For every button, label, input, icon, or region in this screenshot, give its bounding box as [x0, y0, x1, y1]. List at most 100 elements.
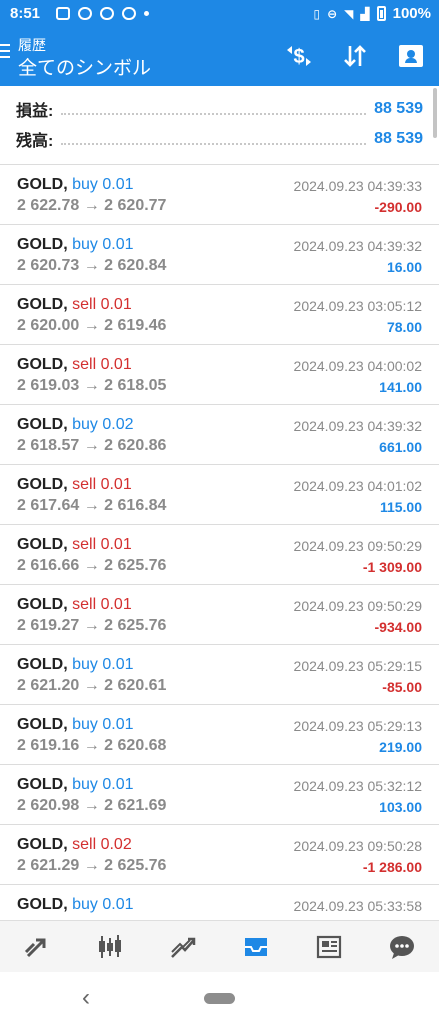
deal-profit: -85.00	[382, 679, 422, 695]
summary-panel: 損益: 88 539 残高: 88 539	[0, 86, 439, 165]
scrollbar[interactable]	[433, 88, 437, 138]
menu-icon[interactable]	[0, 44, 12, 58]
leader-dots	[61, 103, 367, 115]
deal-row[interactable]: GOLD, sell 0.01 2 616.66 → 2 625.76 2024.0…	[0, 525, 439, 585]
deal-time: 2024.09.23 09:50:29	[293, 538, 422, 554]
dnd-icon: ⊖	[327, 6, 338, 21]
balance-label: 残高:	[16, 133, 54, 150]
deal-row[interactable]: GOLD, sell 0.01 2 620.00 → 2 619.46 2024.0…	[0, 285, 439, 345]
deal-profit: 661.00	[379, 439, 422, 455]
deal-row[interactable]: GOLD, buy 0.02 2 618.57 → 2 620.86 2024.09…	[0, 405, 439, 465]
deal-prices: 2 621.29 → 2 625.76	[17, 857, 167, 874]
deal-time: 2024.09.23 05:33:58	[293, 898, 422, 914]
deposit-filter-button[interactable]: $	[282, 40, 316, 72]
deal-symbol: GOLD,	[17, 296, 68, 313]
deal-time: 2024.09.23 09:50:29	[293, 598, 422, 614]
deal-side: sell 0.01	[72, 596, 132, 613]
period-button[interactable]	[394, 40, 428, 72]
deals-list: GOLD, buy 0.01 2 622.78 → 2 620.77 2024.09…	[0, 165, 439, 920]
tab-chart[interactable]	[73, 921, 146, 972]
deal-row[interactable]: GOLD, buy 0.01 2 620.98 → 2 621.69 2024.09…	[0, 765, 439, 825]
profit-label: 損益:	[16, 103, 54, 120]
profit-row: 損益: 88 539	[16, 97, 423, 121]
deal-time: 2024.09.23 04:01:02	[293, 478, 422, 494]
image-notification-icon	[56, 7, 70, 20]
deal-time: 2024.09.23 04:00:02	[293, 358, 422, 374]
tab-chat[interactable]	[366, 921, 439, 972]
deal-side: buy 0.02	[72, 416, 134, 433]
deal-side: sell 0.01	[72, 296, 132, 313]
deal-prices: 2 620.73 → 2 620.84	[17, 257, 167, 274]
deal-symbol: GOLD,	[17, 176, 68, 193]
deal-prices: 2 616.66 → 2 625.76	[17, 557, 167, 574]
sort-button[interactable]	[338, 40, 372, 72]
page-subtitle: 履歴	[18, 37, 46, 53]
battery-icon	[376, 6, 386, 21]
deal-side: buy 0.01	[72, 896, 134, 913]
quotes-arrows-icon	[24, 938, 46, 957]
app-bar: 履歴 全てのシンボル $	[0, 28, 439, 86]
deal-row[interactable]: GOLD, sell 0.02 2 621.29 → 2 625.76 2024.0…	[0, 825, 439, 885]
deal-profit: 219.00	[379, 739, 422, 755]
deal-prices: 2 620.98 → 2 621.69	[17, 797, 167, 814]
tab-news[interactable]	[293, 921, 366, 972]
tab-quotes[interactable]	[0, 921, 73, 972]
deal-profit: -1 286.00	[362, 859, 422, 875]
deal-profit: 16.00	[386, 259, 422, 275]
deal-row[interactable]: GOLD, buy 0.01 2024.09.23 05:33:58	[0, 885, 439, 920]
deal-time: 2024.09.23 04:39:32	[293, 418, 422, 434]
deal-header: GOLD, sell 0.02	[17, 836, 132, 854]
more-notifications-dot-icon	[144, 11, 149, 16]
deal-row[interactable]: GOLD, buy 0.01 2 622.78 → 2 620.77 2024.09…	[0, 165, 439, 225]
back-icon[interactable]: ‹	[82, 984, 90, 1012]
wifi-icon: ◥	[344, 6, 354, 21]
deal-side: buy 0.01	[72, 776, 134, 793]
deal-header: GOLD, sell 0.01	[17, 476, 132, 494]
deal-profit: -290.00	[374, 199, 422, 215]
deal-prices: 2 621.20 → 2 620.61	[17, 677, 167, 694]
profit-value: 88 539	[374, 100, 423, 117]
deal-time: 2024.09.23 09:50:28	[293, 838, 422, 854]
symbol-filter-title[interactable]: 全てのシンボル	[18, 53, 151, 80]
deal-header: GOLD, sell 0.01	[17, 356, 132, 374]
deal-side: sell 0.01	[72, 356, 132, 373]
deal-header: GOLD, sell 0.01	[17, 596, 132, 614]
tab-trade[interactable]	[146, 921, 219, 972]
deal-row[interactable]: GOLD, buy 0.01 2 620.73 → 2 620.84 2024.09…	[0, 225, 439, 285]
dollar-arrows-icon: $	[287, 46, 311, 68]
deal-time: 2024.09.23 05:29:13	[293, 718, 422, 734]
line-notification-icon	[78, 7, 92, 20]
deal-side: sell 0.01	[72, 476, 132, 493]
deal-prices: 2 619.03 → 2 618.05	[17, 377, 167, 394]
deal-time: 2024.09.23 04:39:32	[293, 238, 422, 254]
trade-icon	[171, 937, 196, 958]
deal-header: GOLD, buy 0.01	[17, 236, 134, 254]
deal-symbol: GOLD,	[17, 776, 68, 793]
deal-symbol: GOLD,	[17, 836, 68, 853]
deal-symbol: GOLD,	[17, 416, 68, 433]
chat-icon	[390, 935, 415, 959]
svg-text:$: $	[293, 46, 304, 68]
deal-time: 2024.09.23 04:39:33	[293, 178, 422, 194]
deal-row[interactable]: GOLD, sell 0.01 2 619.03 → 2 618.05 2024.0…	[0, 345, 439, 405]
home-pill-button[interactable]	[204, 993, 235, 1004]
deal-prices: 2 617.64 → 2 616.84	[17, 497, 167, 514]
deal-row[interactable]: GOLD, sell 0.01 2 619.27 → 2 625.76 2024.0…	[0, 585, 439, 645]
deal-prices: 2 620.00 → 2 619.46	[17, 317, 167, 334]
candlestick-chart-icon	[98, 934, 121, 958]
deal-header: GOLD, sell 0.01	[17, 536, 132, 554]
notification-icons	[56, 7, 149, 20]
deal-side: sell 0.01	[72, 536, 132, 553]
bottom-tab-bar	[0, 920, 439, 972]
sort-arrows-icon	[344, 45, 366, 67]
system-nav-bar: ‹	[0, 972, 439, 1024]
vibrate-icon: ▯	[313, 6, 321, 21]
deal-symbol: GOLD,	[17, 476, 68, 493]
deal-header: GOLD, sell 0.01	[17, 296, 132, 314]
deal-row[interactable]: GOLD, sell 0.01 2 617.64 → 2 616.84 2024.0…	[0, 465, 439, 525]
tab-history[interactable]	[220, 921, 293, 972]
deal-row[interactable]: GOLD, buy 0.01 2 619.16 → 2 620.68 2024.09…	[0, 705, 439, 765]
deal-row[interactable]: GOLD, buy 0.01 2 621.20 → 2 620.61 2024.09…	[0, 645, 439, 705]
deal-header: GOLD, buy 0.01	[17, 896, 134, 914]
balance-value: 88 539	[374, 130, 423, 147]
